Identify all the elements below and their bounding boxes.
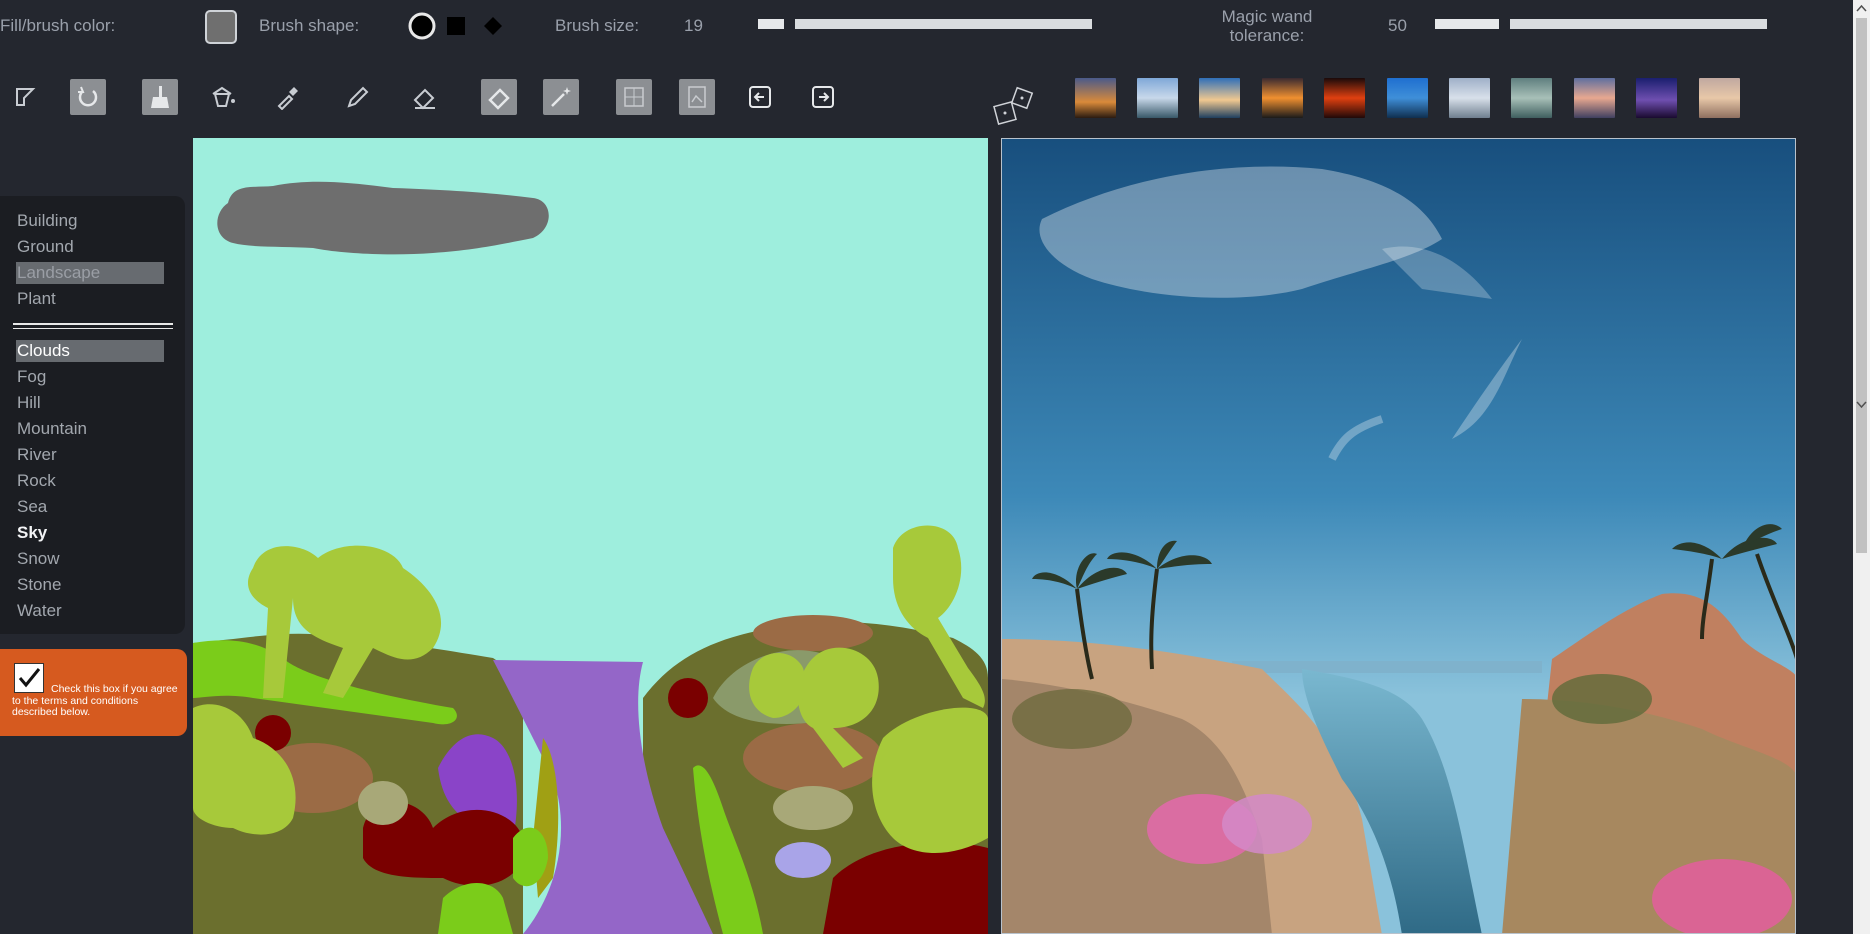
category-sky[interactable]: Sky — [16, 522, 164, 544]
eyedropper-icon[interactable] — [268, 79, 304, 115]
scroll-down-icon[interactable] — [1856, 400, 1867, 410]
thumbnail[interactable] — [1449, 78, 1490, 118]
segmentation-canvas[interactable] — [193, 138, 988, 934]
generated-landscape — [1002, 139, 1795, 933]
thumbnail[interactable] — [1574, 78, 1615, 118]
generated-image — [1001, 138, 1796, 934]
scrollbar-thumb[interactable] — [1856, 18, 1867, 553]
thumbnail[interactable] — [1387, 78, 1428, 118]
category-snow[interactable]: Snow — [16, 548, 164, 570]
brush-size-label: Brush size: — [555, 16, 640, 35]
category-rock[interactable]: Rock — [16, 470, 164, 492]
category-river[interactable]: River — [16, 444, 164, 466]
fill-color-label: Fill/brush color: — [0, 16, 116, 35]
thumbnail[interactable] — [1199, 78, 1240, 118]
brush-size-slider[interactable] — [795, 19, 1092, 29]
diamond-icon[interactable] — [483, 16, 503, 36]
dice-icon[interactable] — [990, 86, 1040, 130]
brush-shape-label: Brush shape: — [259, 16, 360, 35]
magic-wand-slider-handle[interactable] — [1435, 19, 1499, 29]
magic-wand-label-line1: Magic wand — [1221, 7, 1313, 26]
brush-size-slider-handle[interactable] — [758, 19, 784, 29]
selection-icon[interactable] — [7, 79, 43, 115]
top-settings-bar: Fill/brush color: Brush shape: Brush siz… — [0, 0, 1870, 56]
magic-wand-icon[interactable] — [543, 79, 579, 115]
undo-icon[interactable] — [70, 79, 106, 115]
category-hill[interactable]: Hill — [16, 392, 164, 414]
category-ground[interactable]: Ground — [16, 236, 164, 258]
thumbnail[interactable] — [1075, 78, 1116, 118]
thumbnail[interactable] — [1511, 78, 1552, 118]
thumbnail[interactable] — [1137, 78, 1178, 118]
brush-size-value: 19 — [684, 16, 703, 35]
thumbnail[interactable] — [1699, 78, 1740, 118]
eraser-block-icon[interactable] — [481, 79, 517, 115]
scrollbar[interactable] — [1853, 0, 1870, 934]
category-water[interactable]: Water — [16, 600, 164, 622]
category-fog[interactable]: Fog — [16, 366, 164, 388]
thumbnail[interactable] — [1262, 78, 1303, 118]
category-panel: Building Ground Landscape Plant Clouds F… — [0, 196, 185, 634]
left-arrow-icon[interactable] — [742, 79, 778, 115]
category-clouds[interactable]: Clouds — [16, 340, 164, 362]
magic-wand-label: Magic wand tolerance: — [1217, 7, 1317, 45]
category-building[interactable]: Building — [16, 210, 164, 232]
magic-wand-label-line2: tolerance: — [1229, 26, 1305, 45]
terms-box: Check this box if you agree to the terms… — [0, 649, 187, 736]
thumbnail[interactable] — [1324, 78, 1365, 118]
category-plant[interactable]: Plant — [16, 288, 164, 310]
broom-icon[interactable] — [142, 79, 178, 115]
category-sea[interactable]: Sea — [16, 496, 164, 518]
segmentation-drawing — [193, 138, 988, 934]
divider — [13, 323, 173, 329]
terms-text: Check this box if you agree to the terms… — [12, 683, 178, 718]
magic-wand-slider[interactable] — [1510, 19, 1767, 29]
image-icon[interactable] — [679, 79, 715, 115]
pencil-icon[interactable] — [340, 79, 376, 115]
magic-wand-value: 50 — [1388, 16, 1407, 35]
grid-icon[interactable] — [616, 79, 652, 115]
square-icon[interactable] — [447, 17, 465, 35]
category-landscape[interactable]: Landscape — [16, 262, 164, 284]
scroll-up-icon[interactable] — [1856, 3, 1867, 13]
right-arrow-icon[interactable] — [805, 79, 841, 115]
fill-color-swatch[interactable] — [205, 10, 237, 44]
category-stone[interactable]: Stone — [16, 574, 164, 596]
thumbnail[interactable] — [1636, 78, 1677, 118]
eraser-icon[interactable] — [406, 79, 442, 115]
category-mountain[interactable]: Mountain — [16, 418, 164, 440]
circle-icon[interactable] — [407, 11, 437, 41]
bucket-icon[interactable] — [205, 79, 241, 115]
